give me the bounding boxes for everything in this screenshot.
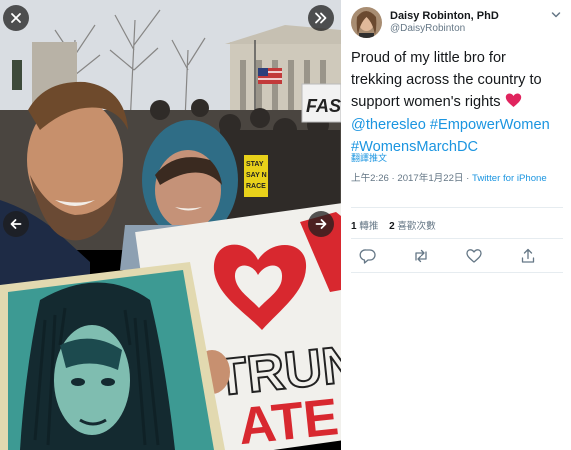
tweet-text-line-2: trekking across the country to — [351, 72, 542, 89]
close-button[interactable] — [3, 5, 29, 31]
tweet-text-line-3-wrap: support women's rights — [351, 91, 565, 113]
previous-photo-button[interactable] — [3, 211, 29, 237]
arrow-right-icon — [315, 219, 327, 229]
likes-stat[interactable]: 2 喜歡次數 — [389, 221, 436, 232]
tweet-photo: FAS STAY SAY N RACE TRUN ATE — [0, 0, 341, 450]
tweet-panel: Daisy Robinton, PhD @DaisyRobinton Proud… — [341, 0, 571, 450]
mention-link[interactable]: @theresleo — [351, 117, 426, 133]
divider — [351, 238, 563, 239]
close-icon — [11, 13, 21, 23]
tweet-text-line-3: support women's rights — [351, 94, 501, 111]
retweets-count: 1 — [351, 221, 357, 232]
share-icon[interactable] — [519, 247, 537, 265]
reply-icon[interactable] — [359, 247, 377, 265]
chevron-down-icon[interactable] — [550, 9, 562, 21]
tweet-actions — [359, 247, 549, 267]
translate-tweet-link[interactable]: 翻譯推文 — [351, 151, 387, 164]
likes-label: 喜歡次數 — [397, 221, 436, 232]
tweet-meta: 上午2:26 · 2017年1月22日 · Twitter for iPhone — [351, 173, 547, 184]
photo-sign-text-2: ATE — [236, 388, 341, 450]
media-viewer: FAS STAY SAY N RACE TRUN ATE — [0, 0, 341, 450]
arrow-left-icon — [10, 219, 22, 229]
retweet-icon[interactable] — [412, 247, 430, 265]
divider — [351, 207, 563, 208]
red-heart-emoji-icon — [505, 93, 521, 108]
likes-count: 2 — [389, 221, 395, 232]
photo-sign-line-3: RACE — [246, 183, 266, 190]
expand-panel-button[interactable] — [308, 5, 334, 31]
photo-sign-fas: FAS — [306, 96, 341, 116]
tweet-text-line-4: @theresleo #EmpowerWomen — [351, 114, 565, 136]
next-photo-button[interactable] — [308, 211, 334, 237]
author-name[interactable]: Daisy Robinton, PhD — [390, 10, 499, 22]
tweet-source-link[interactable]: Twitter for iPhone — [472, 173, 547, 184]
photo-sign-line-2: SAY N — [246, 172, 267, 179]
avatar-image — [351, 7, 382, 38]
tweet-stats: 1 轉推 2 喜歡次數 — [351, 218, 436, 232]
author-handle[interactable]: @DaisyRobinton — [390, 23, 465, 34]
tweet-text: Proud of my little bro for trekking acro… — [351, 47, 565, 158]
hashtag-link-empowerwomen[interactable]: #EmpowerWomen — [430, 117, 550, 133]
tweet-text-line-1: Proud of my little bro for — [351, 50, 506, 66]
photo-sign-line-1: STAY — [246, 161, 264, 168]
retweets-label: 轉推 — [359, 221, 379, 232]
tweet-timestamp[interactable]: 上午2:26 · 2017年1月22日 — [351, 173, 464, 184]
retweets-stat[interactable]: 1 轉推 — [351, 221, 378, 232]
divider — [351, 272, 563, 273]
avatar[interactable] — [351, 7, 382, 38]
double-chevron-right-icon — [315, 12, 327, 24]
heart-icon[interactable] — [465, 247, 483, 265]
